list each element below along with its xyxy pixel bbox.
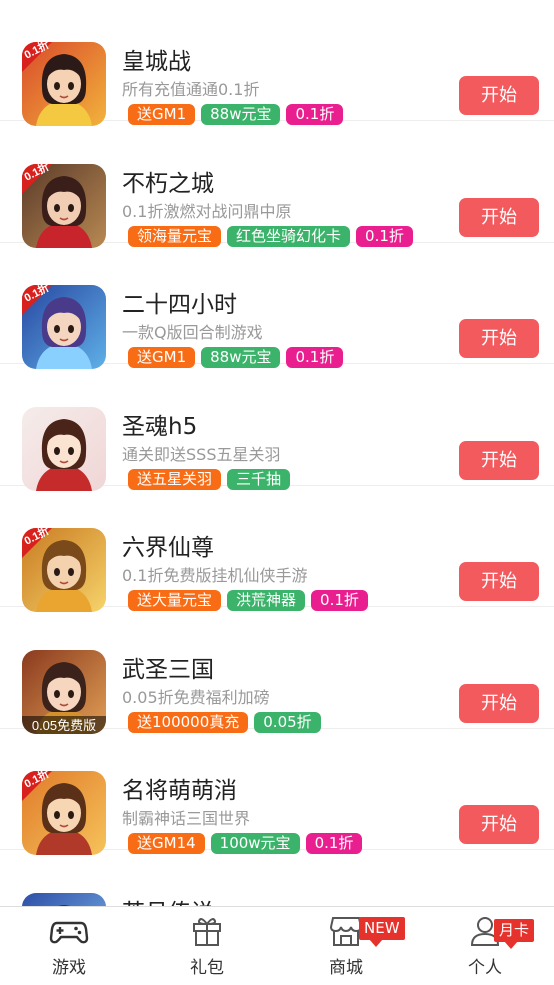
game-icon-huangchengzhan[interactable]: 0.1折 bbox=[22, 42, 106, 126]
game-title: 不朽之城 bbox=[122, 170, 214, 197]
game-icon-mingjiangmengmengxiao[interactable]: 0.1折 bbox=[22, 771, 106, 855]
game-list-item[interactable]: 0.1折 二十四小时 一款Q版回合制游戏 送GM1 88w元宝 0.1折 开始 bbox=[0, 243, 554, 369]
game-list-item[interactable]: 0.05免费版 武圣三国 0.05折免费福利加磅 送100000真充 0.05折 … bbox=[0, 608, 554, 734]
game-list[interactable]: 0.1折 皇城战 所有充值通通0.1折 送GM1 88w元宝 0.1折 开始 0… bbox=[0, 0, 554, 906]
game-title: 武圣三国 bbox=[122, 656, 214, 683]
tab-store-label: 商城 bbox=[329, 958, 363, 978]
game-title: 苍月传说 bbox=[122, 893, 214, 907]
start-button[interactable]: 开始 bbox=[459, 319, 539, 358]
game-list-item[interactable]: 0.1折 六界仙尊 0.1折免费版挂机仙侠手游 送大量元宝 洪荒神器 0.1折 开始 bbox=[0, 486, 554, 612]
start-button[interactable]: 开始 bbox=[459, 440, 539, 480]
game-title: 六界仙尊 bbox=[122, 535, 214, 561]
tab-games-label: 游戏 bbox=[52, 958, 86, 978]
game-list-item[interactable]: 0.1折 名将萌萌消 制霸神话三国世界 送GM14 100w元宝 0.1折 开始 bbox=[0, 729, 554, 855]
new-badge: NEW bbox=[359, 917, 405, 947]
game-icon-liujiexianzun[interactable]: 0.1折 bbox=[22, 528, 106, 612]
tab-store[interactable]: NEW 商城 bbox=[277, 907, 415, 985]
game-icon-ershisixiaoshi[interactable]: 0.1折 bbox=[22, 285, 106, 369]
game-description: 一款Q版回合制游戏 bbox=[122, 323, 263, 342]
gamepad-icon bbox=[49, 915, 89, 951]
game-description: 制霸神话三国世界 bbox=[122, 809, 251, 828]
game-title: 圣魂h5 bbox=[122, 413, 198, 440]
game-list-item[interactable]: 圣魂h5 通关即送SSS五星关羽 送五星关羽 三千抽 开始 bbox=[0, 365, 554, 491]
game-icon-buxiuzhicheng[interactable]: 0.1折 bbox=[22, 163, 106, 248]
tab-gifts[interactable]: 礼包 bbox=[138, 907, 276, 985]
game-title: 皇城战 bbox=[122, 49, 191, 75]
game-icon-shenghun[interactable] bbox=[22, 406, 106, 491]
start-button[interactable]: 开始 bbox=[459, 683, 539, 723]
bottom-tab-bar: 游戏 礼包 NEW 商城 月卡 个人 bbox=[0, 906, 554, 984]
game-title: 名将萌萌消 bbox=[122, 778, 237, 804]
tab-profile-label: 个人 bbox=[468, 958, 502, 978]
game-description: 0.05折免费福利加磅 bbox=[122, 687, 270, 707]
gift-icon bbox=[191, 915, 223, 951]
start-button[interactable]: 开始 bbox=[459, 562, 539, 601]
game-description: 0.1折激燃对战问鼎中原 bbox=[122, 201, 292, 221]
game-list-item[interactable]: 苍月传说 bbox=[0, 851, 554, 907]
game-list-item[interactable]: 0.1折 皇城战 所有充值通通0.1折 送GM1 88w元宝 0.1折 开始 bbox=[0, 0, 554, 126]
game-description: 通关即送SSS五星关羽 bbox=[122, 444, 281, 464]
start-button[interactable]: 开始 bbox=[459, 76, 539, 115]
start-button[interactable]: 开始 bbox=[459, 805, 539, 844]
start-button[interactable]: 开始 bbox=[459, 197, 539, 237]
tab-profile[interactable]: 月卡 个人 bbox=[416, 907, 554, 985]
game-description: 0.1折免费版挂机仙侠手游 bbox=[122, 566, 308, 585]
game-description: 所有充值通通0.1折 bbox=[122, 80, 260, 99]
game-icon-wushengsanguo[interactable]: 0.05免费版 bbox=[22, 649, 106, 734]
store-icon bbox=[329, 915, 363, 951]
game-list-item[interactable]: 0.1折 不朽之城 0.1折激燃对战问鼎中原 领海量元宝 红色坐骑幻化卡 0.1折 … bbox=[0, 122, 554, 248]
tab-gifts-label: 礼包 bbox=[190, 958, 224, 978]
game-icon-partial[interactable] bbox=[22, 892, 106, 906]
game-title: 二十四小时 bbox=[122, 292, 237, 318]
tab-games[interactable]: 游戏 bbox=[0, 907, 138, 985]
monthly-card-badge: 月卡 bbox=[494, 919, 535, 949]
